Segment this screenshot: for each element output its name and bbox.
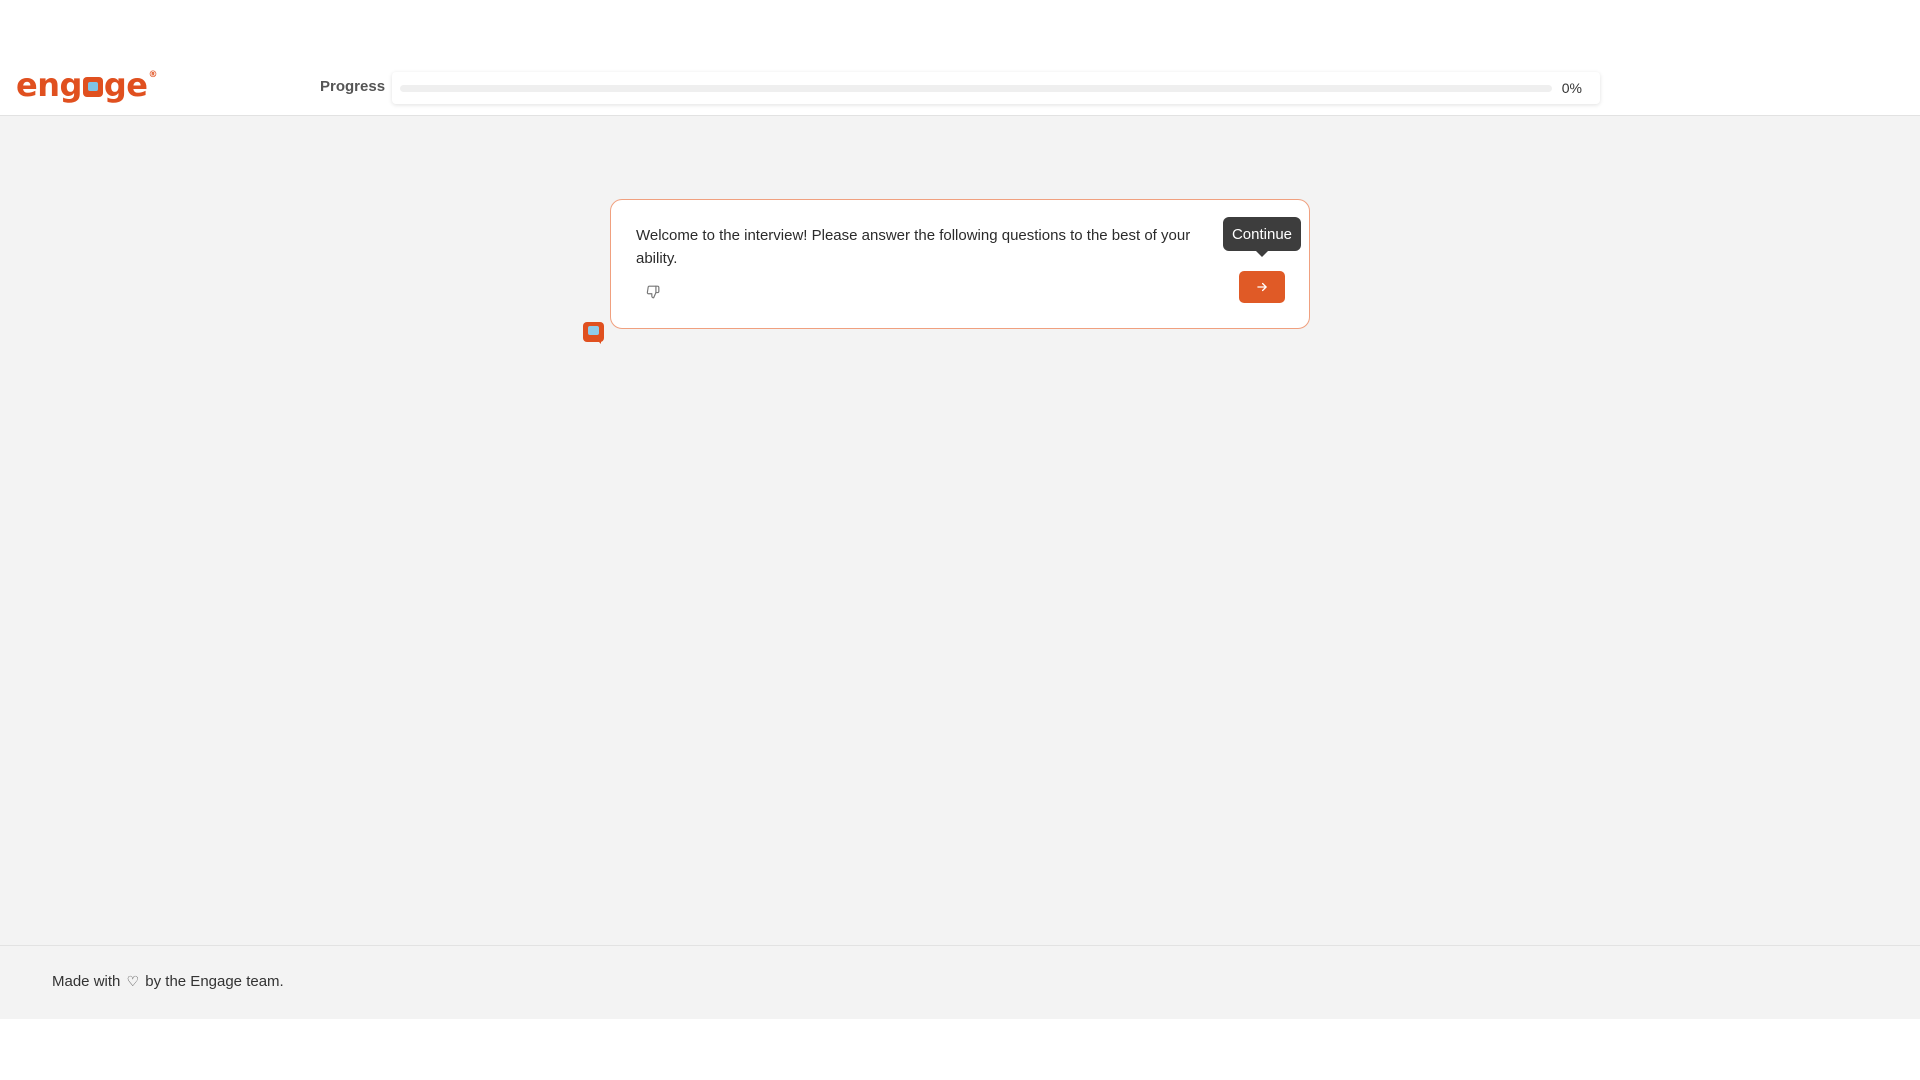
main-content: Welcome to the interview! Please answer … xyxy=(0,116,1920,945)
bot-avatar-icon xyxy=(583,322,604,344)
footer-text-after: by the Engage team. xyxy=(145,973,284,990)
footer: Made with ♡ by the Engage team. xyxy=(0,945,1920,1019)
thumbs-down-icon[interactable] xyxy=(643,282,663,302)
continue-tooltip: Continue xyxy=(1223,217,1301,257)
bottom-blank-area xyxy=(0,1019,1920,1080)
footer-text-before: Made with xyxy=(52,973,121,990)
progress-percentage: 0% xyxy=(1561,80,1582,96)
engage-logo[interactable]: eng ge ® xyxy=(16,64,157,106)
progress-label: Progress xyxy=(320,78,386,95)
progress-bar-container: 0% xyxy=(392,72,1600,104)
arrow-right-icon xyxy=(1257,282,1267,292)
welcome-message: Welcome to the interview! Please answer … xyxy=(636,227,1191,267)
message-card: Welcome to the interview! Please answer … xyxy=(610,199,1310,329)
logo-chat-bubble-icon xyxy=(82,77,103,97)
continue-button[interactable] xyxy=(1239,271,1285,303)
logo-text-end: ge xyxy=(103,66,148,104)
logo-registered-mark: ® xyxy=(148,70,158,80)
header-bar: eng ge ® Progress 0% xyxy=(0,0,1920,116)
heart-icon: ♡ xyxy=(126,973,140,989)
progress-track xyxy=(400,85,1552,92)
logo-text-start: eng xyxy=(16,66,82,104)
footer-credit: Made with ♡ by the Engage team. xyxy=(52,973,284,990)
